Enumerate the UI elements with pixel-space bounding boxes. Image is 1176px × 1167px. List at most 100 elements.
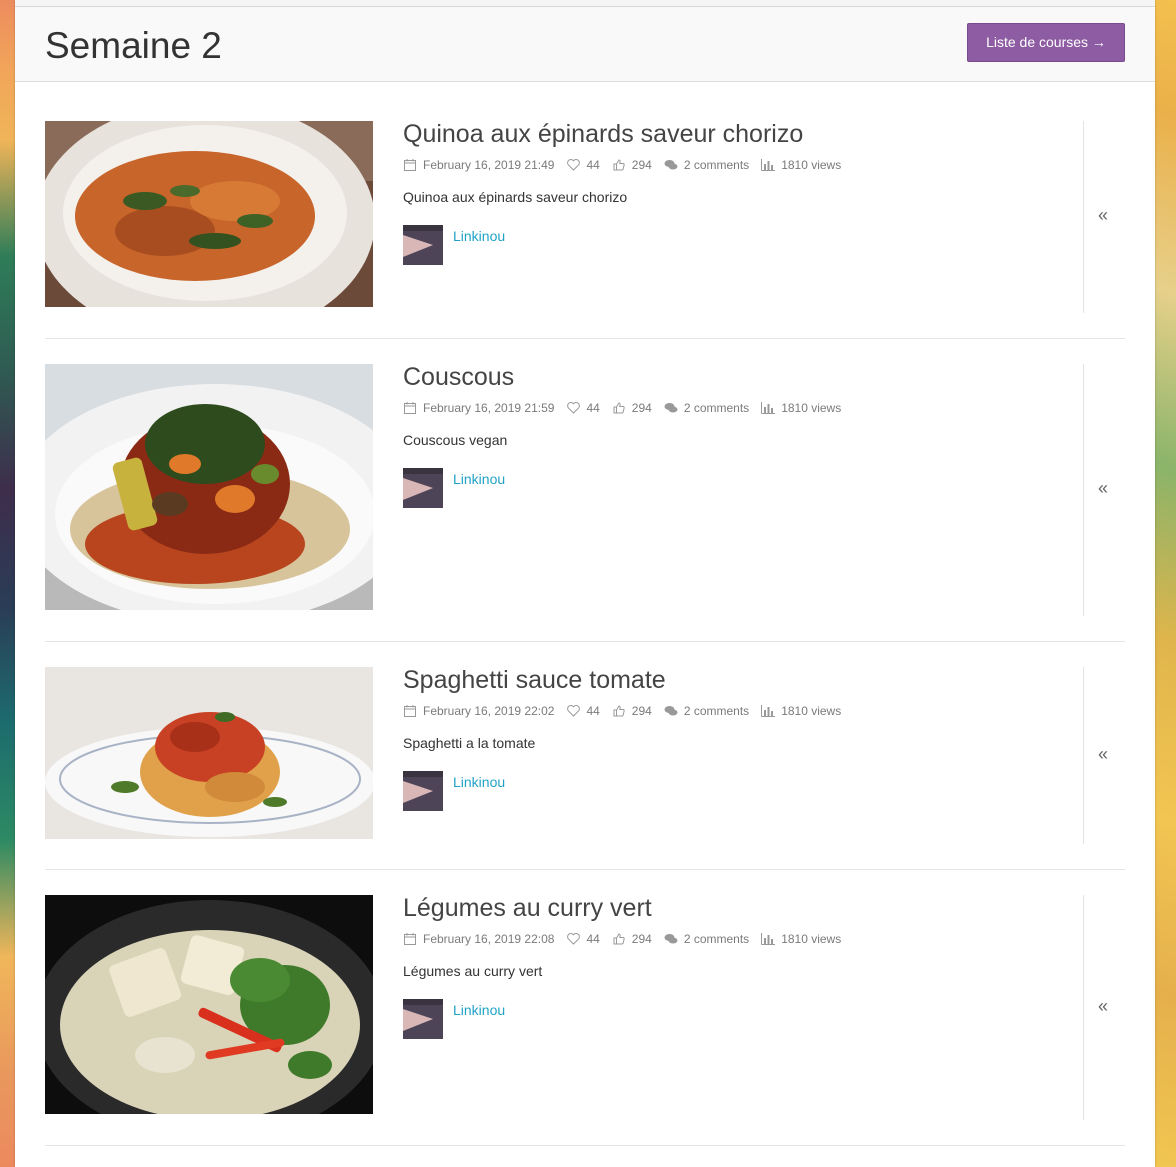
heart-icon [566,401,580,415]
bar-chart-icon [761,158,776,172]
recipe-meta: February 16, 2019 21:49 44 294 2 comment… [403,158,1063,172]
recipe-side-panel: « [1083,667,1125,844]
views-count: 1810 views [781,157,842,172]
comments-meta[interactable]: 2 comments [664,704,749,718]
recipe-description: Couscous vegan [403,431,508,448]
comments-meta[interactable]: 2 comments [664,158,749,172]
page-header: Semaine 2 Liste de courses → [15,7,1155,82]
thumbs-count: 294 [631,931,652,946]
heart-icon [566,932,580,946]
calendar-icon [403,158,417,172]
thumbs-meta[interactable]: 294 [612,704,652,718]
recipe-card: Légumes au curry vert February 16, 2019 … [45,894,1125,1146]
author-link[interactable]: Linkinou [453,1002,505,1018]
recipe-meta: February 16, 2019 21:59 44 294 2 comment… [403,401,1063,415]
recipe-image-couscous[interactable] [45,364,373,610]
date-meta: February 16, 2019 21:59 [403,401,554,415]
thumbs-count: 294 [631,703,652,718]
bar-chart-icon [761,704,776,718]
views-count: 1810 views [781,703,842,718]
calendar-icon [403,704,417,718]
views-meta: 1810 views [761,704,841,718]
comments-count: 2 comments [683,703,750,718]
background-right [1154,0,1176,1167]
recipe-image-quinoa[interactable] [45,121,373,307]
comments-count: 2 comments [683,157,750,172]
double-chevron-left-icon[interactable]: « [1098,744,1108,765]
author-avatar[interactable] [403,224,443,265]
recipe-image-spaghetti[interactable] [45,667,373,839]
calendar-icon [403,401,417,415]
recipe-content: Spaghetti sauce tomate February 16, 2019… [403,666,1063,811]
thumbs-count: 294 [631,157,652,172]
recipe-date: February 16, 2019 22:02 [423,703,555,718]
author-avatar[interactable] [403,467,443,508]
calendar-icon [403,932,417,946]
bar-chart-icon [761,932,776,946]
date-meta: February 16, 2019 21:49 [403,158,554,172]
comments-icon [664,704,678,718]
thumbs-up-icon [612,932,626,946]
heart-icon [566,704,580,718]
likes-count: 44 [586,931,600,946]
views-meta: 1810 views [761,158,841,172]
recipe-title[interactable]: Couscous [403,363,1063,392]
recipe-title[interactable]: Spaghetti sauce tomate [403,666,1063,695]
likes-meta[interactable]: 44 [566,704,600,718]
page-title: Semaine 2 [45,25,222,66]
recipe-title[interactable]: Quinoa aux épinards saveur chorizo [403,120,1063,149]
comments-count: 2 comments [683,400,750,415]
author-avatar[interactable] [403,998,443,1039]
recipe-side-panel: « [1083,895,1125,1120]
recipe-date: February 16, 2019 21:49 [423,157,555,172]
recipe-content: Légumes au curry vert February 16, 2019 … [403,894,1063,1039]
likes-count: 44 [586,400,600,415]
thumbs-up-icon [612,401,626,415]
likes-count: 44 [586,157,600,172]
comments-meta[interactable]: 2 comments [664,401,749,415]
recipe-meta: February 16, 2019 22:08 44 294 2 comment… [403,932,1063,946]
recipe-date: February 16, 2019 22:08 [423,931,555,946]
author-avatar[interactable] [403,770,443,811]
thumbs-meta[interactable]: 294 [612,401,652,415]
recipe-description: Quinoa aux épinards saveur chorizo [403,188,628,205]
date-meta: February 16, 2019 22:02 [403,704,554,718]
double-chevron-left-icon[interactable]: « [1098,205,1108,226]
recipe-date: February 16, 2019 21:59 [423,400,555,415]
recipe-card: Quinoa aux épinards saveur chorizo Febru… [45,120,1125,339]
views-meta: 1810 views [761,401,841,415]
recipe-author: Linkinou [403,998,1063,1039]
double-chevron-left-icon[interactable]: « [1098,478,1108,499]
thumbs-up-icon [612,158,626,172]
thumbs-up-icon [612,704,626,718]
recipe-card: Spaghetti sauce tomate February 16, 2019… [45,666,1125,870]
thumbs-meta[interactable]: 294 [612,932,652,946]
double-chevron-left-icon[interactable]: « [1098,996,1108,1017]
shopping-list-button[interactable]: Liste de courses → [967,23,1125,62]
main-panel: Semaine 2 Liste de courses → Quinoa aux … [15,0,1155,1167]
bar-chart-icon [761,401,776,415]
likes-meta[interactable]: 44 [566,157,600,172]
author-link[interactable]: Linkinou [453,228,505,244]
recipe-author: Linkinou [403,770,1063,811]
recipe-author: Linkinou [403,224,1063,265]
recipe-image-curry[interactable] [45,895,373,1114]
author-link[interactable]: Linkinou [453,471,505,487]
background-left [0,0,15,1167]
likes-meta[interactable]: 44 [566,400,600,415]
recipe-side-panel: « [1083,121,1125,313]
recipe-author: Linkinou [403,467,1063,508]
recipe-card: Couscous February 16, 2019 21:59 44 294 … [45,363,1125,642]
likes-meta[interactable]: 44 [566,931,600,946]
comments-icon [664,401,678,415]
recipe-content: Couscous February 16, 2019 21:59 44 294 … [403,363,1063,508]
comments-meta[interactable]: 2 comments [664,932,749,946]
thumbs-meta[interactable]: 294 [612,158,652,172]
recipe-meta: February 16, 2019 22:02 44 294 2 comment… [403,704,1063,718]
recipe-description: Spaghetti a la tomate [403,734,536,751]
author-link[interactable]: Linkinou [453,774,505,790]
comments-count: 2 comments [683,931,750,946]
recipe-title[interactable]: Légumes au curry vert [403,894,1063,923]
comments-icon [664,932,678,946]
thumbs-count: 294 [631,400,652,415]
